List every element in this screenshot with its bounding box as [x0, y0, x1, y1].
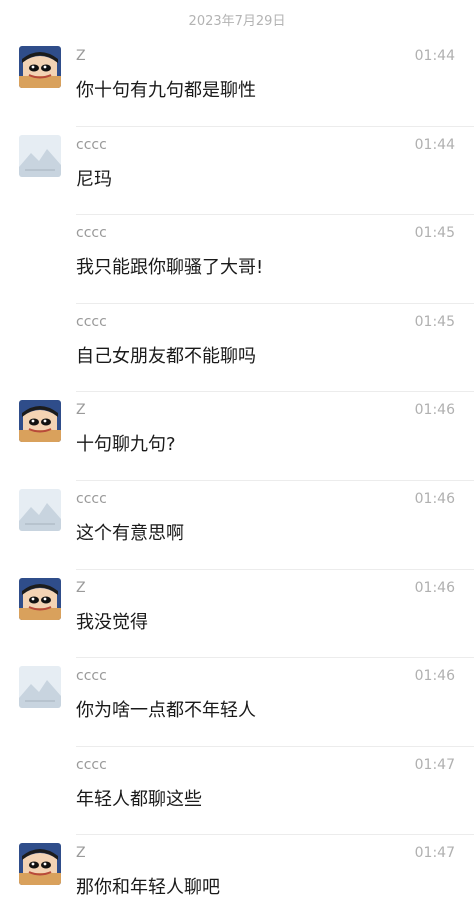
message-text: 十句聊九句?: [76, 434, 176, 456]
message-time: 01:44: [414, 136, 455, 153]
sender-name: cccc: [76, 225, 107, 242]
sender-name: cccc: [76, 136, 107, 153]
message-text: 我没觉得: [76, 611, 148, 633]
sender-name: Z: [76, 579, 86, 596]
avatar[interactable]: [19, 400, 61, 443]
landscape-placeholder-icon: [19, 488, 61, 531]
message-time: 01:46: [414, 579, 455, 596]
message-item[interactable]: cccc 01:46 这个有意思啊: [0, 481, 474, 570]
sender-name: Z: [76, 402, 86, 419]
message-text: 自己女朋友都不能聊吗: [76, 345, 256, 367]
message-text: 你十句有九句都是聊性: [76, 80, 256, 101]
message-time: 01:45: [414, 313, 455, 330]
avatar[interactable]: [19, 577, 61, 620]
message-time: 01:47: [414, 845, 455, 862]
avatar[interactable]: [19, 488, 61, 531]
message-time: 01:46: [414, 668, 455, 685]
message-time: 01:45: [414, 225, 455, 242]
sender-name: cccc: [76, 756, 107, 773]
avatar[interactable]: [19, 666, 61, 709]
message-time: 01:46: [414, 490, 455, 507]
message-time: 01:47: [414, 756, 455, 773]
message-item[interactable]: cccc 01:47 年轻人都聊这些: [0, 747, 474, 836]
message-time: 01:44: [414, 48, 455, 64]
sender-name: Z: [76, 48, 86, 64]
landscape-placeholder-icon: [19, 134, 61, 177]
message-item[interactable]: cccc 01:44 尼玛: [0, 127, 474, 216]
sender-name: cccc: [76, 313, 107, 330]
message-text: 这个有意思啊: [76, 522, 184, 544]
cartoon-boy-icon: [19, 46, 61, 88]
message-item[interactable]: Z 01:47 那你和年轻人聊吧: [0, 835, 474, 924]
message-list: Z 01:44 你十句有九句都是聊性 cccc 01:44 尼玛 cccc 01…: [0, 38, 474, 924]
message-item[interactable]: cccc 01:45 我只能跟你聊骚了大哥!: [0, 215, 474, 304]
sender-name: cccc: [76, 668, 107, 685]
message-item[interactable]: Z 01:44 你十句有九句都是聊性: [0, 38, 474, 127]
message-item[interactable]: Z 01:46 我没觉得: [0, 570, 474, 659]
message-text: 年轻人都聊这些: [76, 788, 202, 810]
message-text: 你为啥一点都不年轻人: [76, 700, 256, 722]
message-text: 我只能跟你聊骚了大哥!: [76, 257, 264, 279]
landscape-placeholder-icon: [19, 666, 61, 709]
sender-name: Z: [76, 845, 86, 862]
cartoon-boy-icon: [19, 843, 61, 886]
avatar[interactable]: [19, 843, 61, 886]
date-header: 2023年7月29日: [188, 14, 286, 29]
cartoon-boy-icon: [19, 400, 61, 443]
sender-name: cccc: [76, 490, 107, 507]
message-item[interactable]: Z 01:46 十句聊九句?: [0, 392, 474, 481]
avatar[interactable]: [19, 46, 61, 88]
avatar[interactable]: [19, 134, 61, 177]
message-time: 01:46: [414, 402, 455, 419]
cartoon-boy-icon: [19, 577, 61, 620]
message-item[interactable]: cccc 01:46 你为啥一点都不年轻人: [0, 658, 474, 747]
message-text: 尼玛: [76, 168, 112, 190]
message-item[interactable]: cccc 01:45 自己女朋友都不能聊吗: [0, 304, 474, 393]
message-text: 那你和年轻人聊吧: [76, 877, 220, 899]
